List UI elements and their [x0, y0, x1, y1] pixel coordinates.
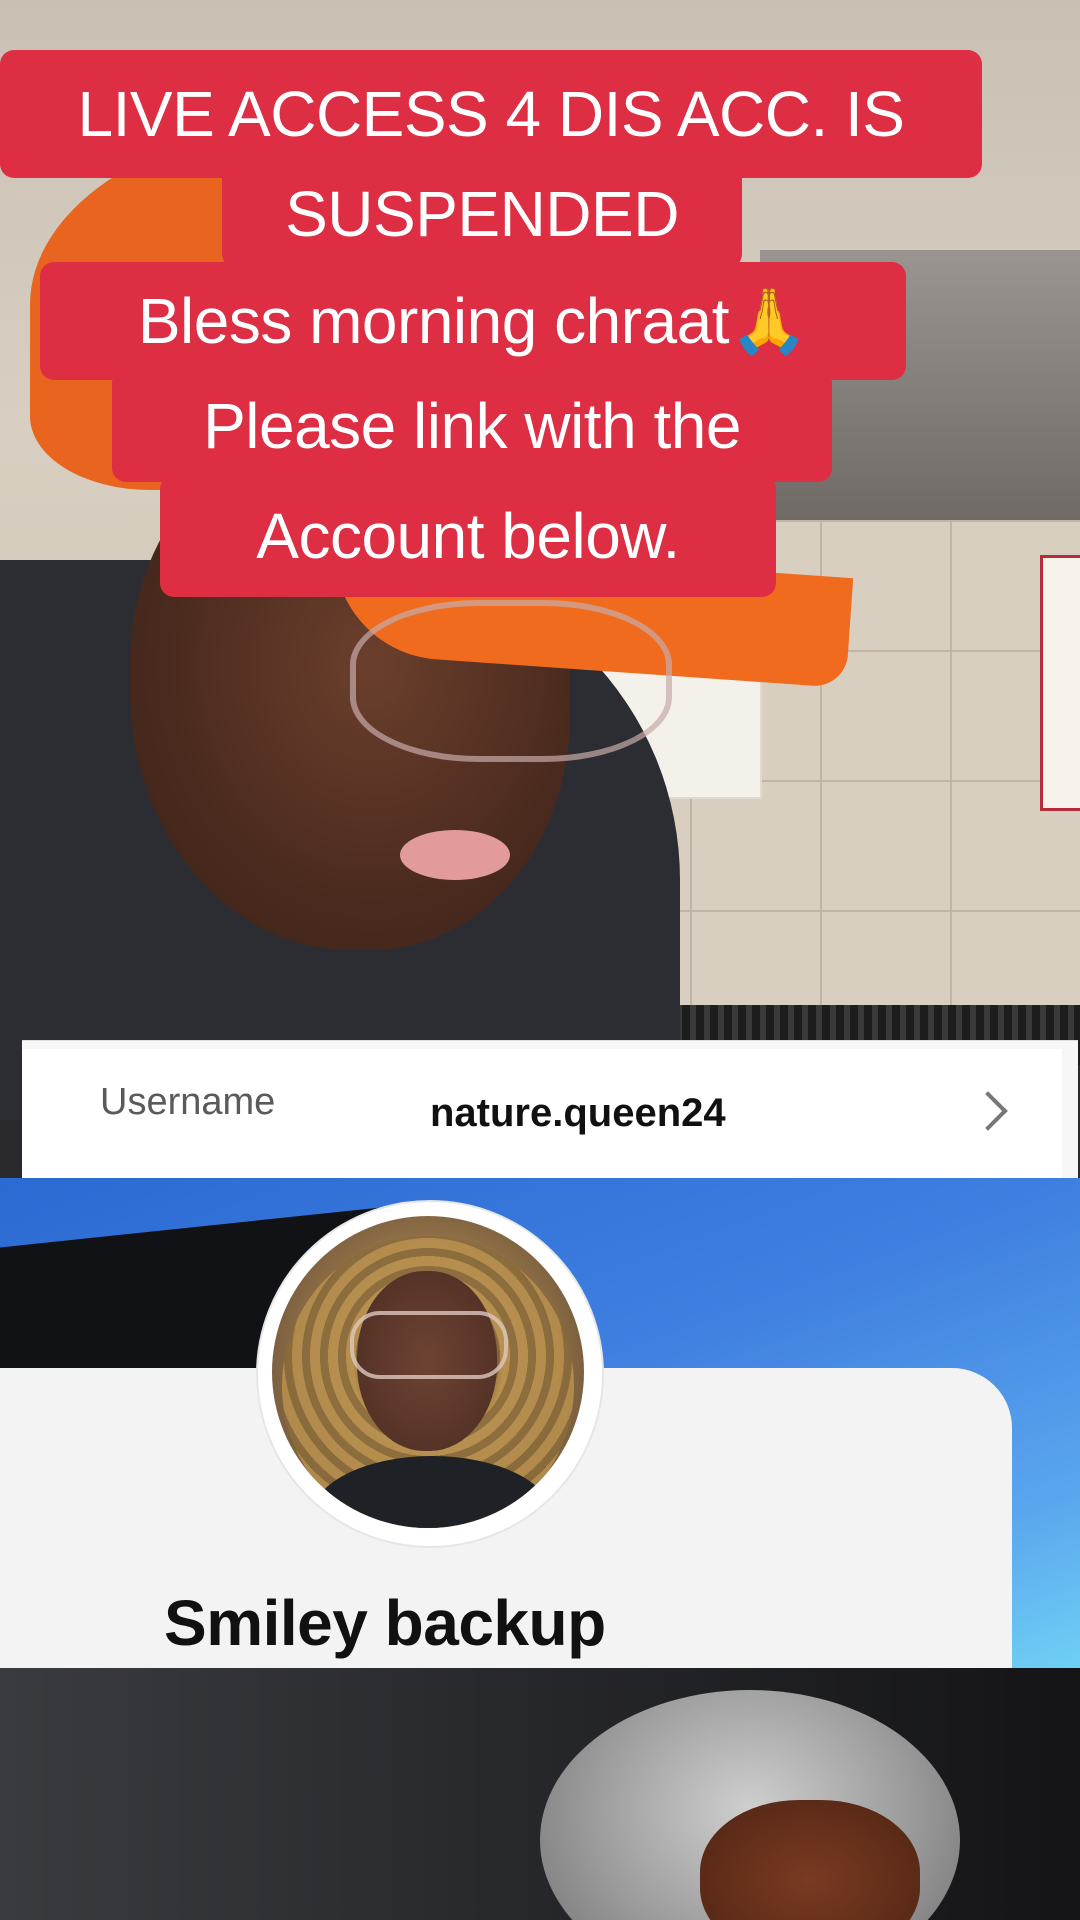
caption-line-2: SUSPENDED [222, 160, 742, 268]
caption-line-3: Bless morning chraat🙏 [40, 262, 906, 380]
profile-screenshot: Smiley backup [0, 1178, 1080, 1668]
food-in-pan [700, 1800, 920, 1920]
username-value: nature.queen24 [430, 1091, 726, 1135]
avatar[interactable] [272, 1216, 584, 1528]
caption-line-4: Please link with the [112, 370, 832, 482]
caption-line-1: LIVE ACCESS 4 DIS ACC. IS [0, 50, 982, 178]
username-row-inner: Username nature.queen24 [22, 1049, 1062, 1199]
username-label: Username [100, 1081, 276, 1123]
chevron-right-icon[interactable] [968, 1091, 1008, 1131]
caption-line-5: Account below. [160, 475, 776, 597]
avatar-glasses [350, 1311, 508, 1379]
profile-display-name: Smiley backup [164, 1587, 606, 1659]
lips [400, 830, 510, 880]
wall-poster-right [1040, 555, 1080, 811]
glasses [350, 600, 672, 762]
